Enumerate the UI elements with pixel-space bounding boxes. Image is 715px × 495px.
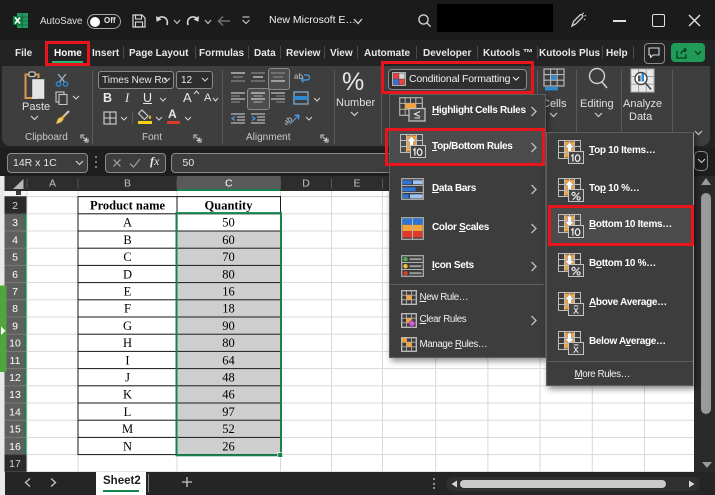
svg-text:18: 18: [222, 302, 235, 316]
svg-text:80: 80: [222, 267, 235, 281]
svg-text:E: E: [353, 178, 360, 190]
svg-text:97: 97: [222, 405, 235, 419]
svg-text:10: 10: [9, 338, 21, 350]
svg-text:B: B: [124, 178, 131, 190]
svg-text:C: C: [123, 250, 131, 264]
svg-text:J: J: [125, 371, 130, 385]
svg-text:D: D: [302, 178, 310, 190]
svg-text:N: N: [123, 439, 132, 453]
svg-text:5: 5: [12, 252, 18, 264]
svg-text:A: A: [123, 216, 132, 230]
svg-text:15: 15: [9, 424, 21, 436]
svg-text:12: 12: [9, 372, 21, 384]
svg-text:G: G: [123, 319, 132, 333]
svg-text:16: 16: [9, 441, 21, 453]
svg-text:H: H: [123, 336, 132, 350]
svg-text:11: 11: [10, 355, 21, 367]
svg-text:17: 17: [9, 458, 21, 470]
svg-text:16: 16: [222, 285, 235, 299]
svg-text:7: 7: [12, 286, 18, 298]
svg-text:46: 46: [222, 388, 235, 402]
svg-text:90: 90: [222, 319, 235, 333]
svg-text:C: C: [225, 178, 233, 190]
svg-text:2: 2: [12, 200, 18, 212]
svg-text:6: 6: [12, 269, 18, 281]
svg-text:B: B: [123, 233, 131, 247]
svg-text:L: L: [124, 405, 132, 419]
svg-text:K: K: [123, 388, 132, 402]
svg-text:8: 8: [12, 303, 18, 315]
svg-text:80: 80: [222, 336, 235, 350]
svg-text:Product name: Product name: [90, 199, 166, 213]
svg-text:26: 26: [222, 439, 235, 453]
svg-text:F: F: [124, 302, 131, 316]
svg-text:13: 13: [9, 389, 21, 401]
svg-text:I: I: [125, 353, 129, 367]
svg-text:4: 4: [12, 234, 18, 246]
svg-text:9: 9: [12, 320, 18, 332]
svg-text:70: 70: [222, 250, 235, 264]
svg-text:Quantity: Quantity: [205, 199, 254, 213]
svg-text:3: 3: [12, 217, 18, 229]
svg-text:14: 14: [9, 406, 21, 418]
svg-text:60: 60: [222, 233, 235, 247]
svg-text:64: 64: [222, 353, 235, 367]
svg-text:48: 48: [222, 371, 235, 385]
svg-text:E: E: [124, 285, 132, 299]
svg-text:D: D: [123, 267, 132, 281]
svg-text:M: M: [122, 422, 133, 436]
svg-text:52: 52: [222, 422, 235, 436]
svg-text:A: A: [49, 178, 56, 190]
svg-text:50: 50: [222, 216, 235, 230]
